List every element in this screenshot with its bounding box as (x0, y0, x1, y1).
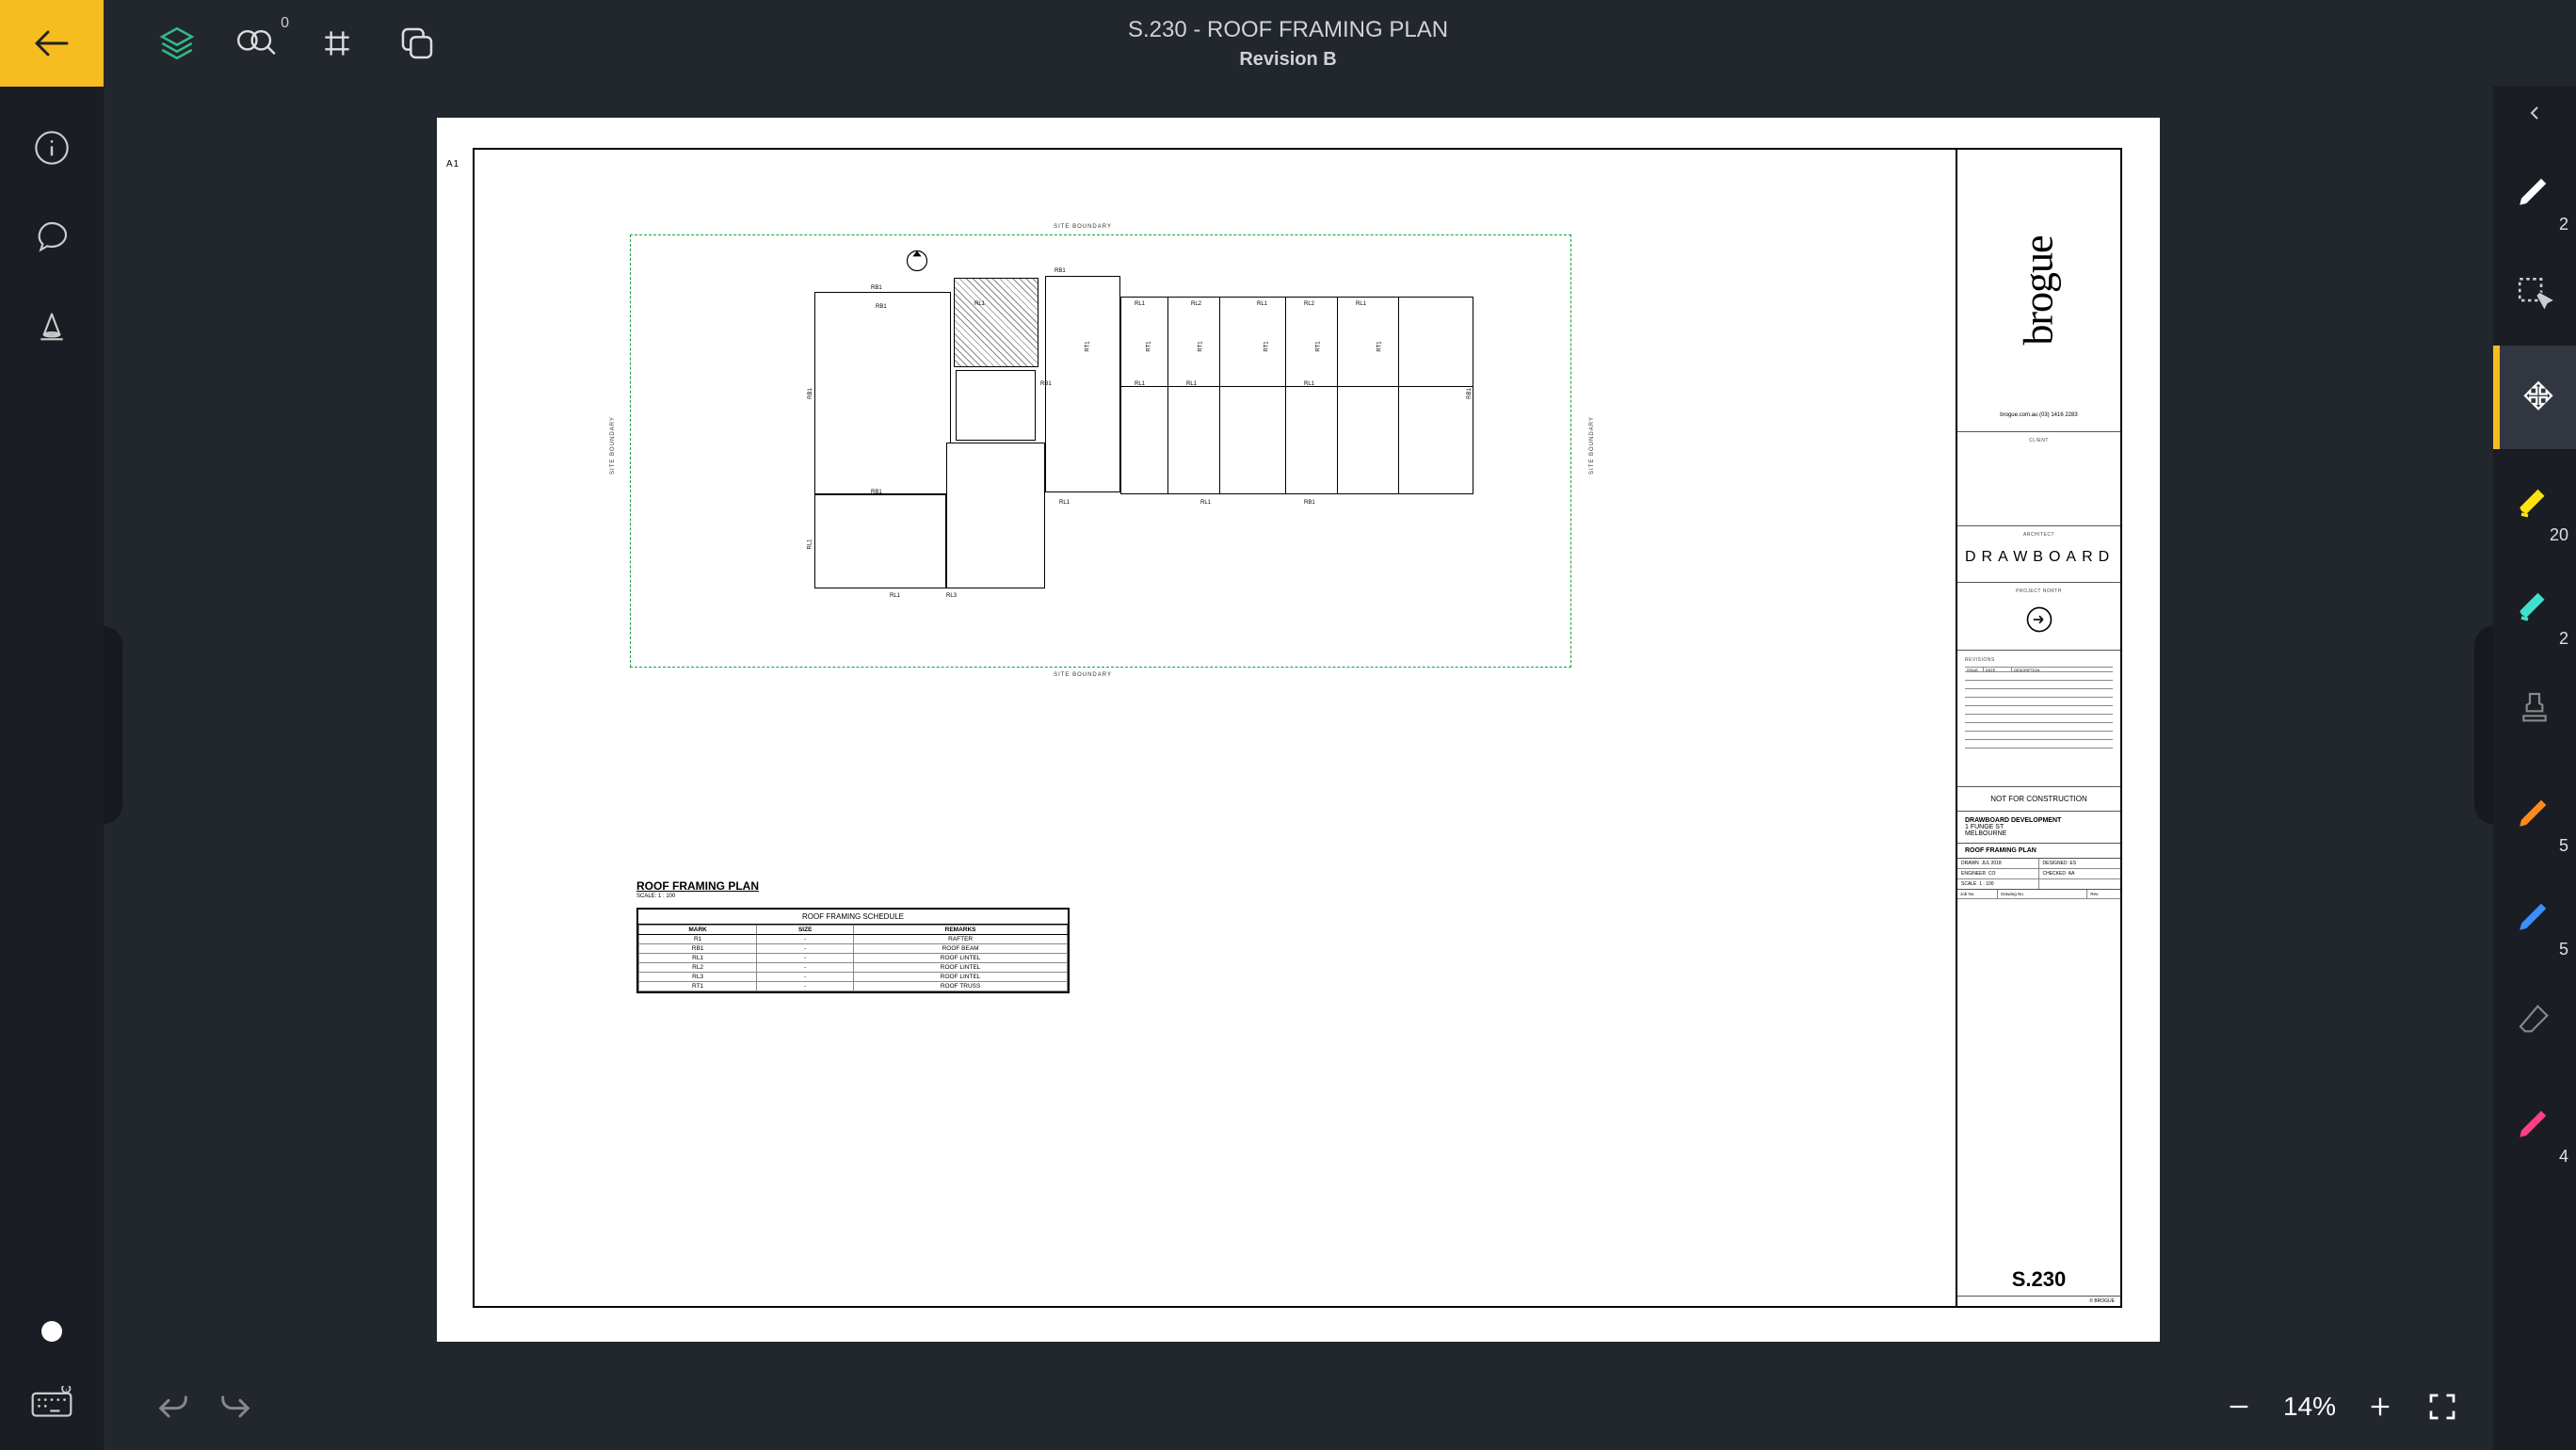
bottom-bar: 14% (104, 1363, 2493, 1450)
zoom-out-button[interactable] (2221, 1389, 2257, 1425)
plan-scale: SCALE: 1 : 100 (636, 894, 675, 899)
site-label: SITE BOUNDARY (1589, 416, 1595, 475)
revision-cell: REVISIONS ISSUEDATEDESCRIPTION (1957, 651, 2120, 787)
info-icon[interactable] (28, 124, 75, 171)
tool-pen-blue[interactable]: 5 (2493, 863, 2576, 967)
table-row: RL3-ROOF LINTEL (639, 973, 1068, 982)
drawing-title-cell: ROOF FRAMING PLAN (1957, 844, 2120, 859)
north-arrow-icon (1965, 594, 2113, 647)
search-count-badge: 0 (281, 15, 289, 32)
meta-grid: DRAWN JUL 2018 DESIGNED ES ENGINEER CO C… (1957, 859, 2120, 890)
drawing-sheet: A1 SITE BOUNDARY SITE BOUNDARY SITE BOUN… (437, 118, 2160, 1342)
top-tools: 0 (104, 23, 438, 65)
overlay-icon[interactable] (395, 23, 438, 65)
revision-label: Revision B (1128, 49, 1448, 71)
tool-eraser[interactable] (2493, 967, 2576, 1071)
table-row: RL2-ROOF LINTEL (639, 963, 1068, 973)
tool-highlighter-cyan[interactable]: 2 (2493, 553, 2576, 656)
table-row: R1-RAFTER (639, 935, 1068, 944)
engineer-logo: brogue (2015, 235, 2063, 345)
schedule-header: REMARKS (854, 926, 1068, 935)
left-sidebar-bottom: i (0, 1321, 104, 1426)
tool-stamp[interactable] (2493, 656, 2576, 760)
canvas-area[interactable]: A1 SITE BOUNDARY SITE BOUNDARY SITE BOUN… (104, 87, 2493, 1450)
tool-badge: 5 (2559, 836, 2568, 856)
engineer-logo-cell: brogue brogue.com.au (03) 1416 2283 (1957, 150, 2120, 432)
engineer-contact: brogue.com.au (03) 1416 2283 (2000, 412, 2077, 420)
tool-cursor[interactable] (2493, 242, 2576, 346)
undo-redo-group (104, 1384, 258, 1429)
architect-logo: DRAWBOARD (1965, 538, 2113, 577)
north-cell: PROJECT NORTH (1957, 583, 2120, 651)
table-row: RB1-ROOF BEAM (639, 944, 1068, 954)
plan-title: ROOF FRAMING PLAN (636, 879, 759, 893)
tool-pan[interactable] (2493, 346, 2576, 449)
copyright: © BROGUE (1957, 1297, 2120, 1306)
schedule-header: MARK (639, 926, 757, 935)
left-sidebar: i (0, 87, 104, 1450)
title-area: S.230 - ROOF FRAMING PLAN Revision B (1128, 17, 1448, 71)
back-button[interactable] (0, 0, 104, 87)
sheet-number: S.230 (2012, 1267, 2067, 1292)
schedule-table: ROOF FRAMING SCHEDULE MARK SIZE REMARKS … (636, 908, 1070, 993)
schedule-header: SIZE (757, 926, 854, 935)
client-cell: CLIENT (1957, 432, 2120, 526)
site-label: SITE BOUNDARY (1054, 224, 1112, 230)
sheet-size-label: A1 (446, 159, 459, 169)
tool-pen-white[interactable]: 2 (2493, 138, 2576, 242)
tool-highlighter-yellow[interactable]: 20 (2493, 449, 2576, 553)
undo-button[interactable] (151, 1384, 196, 1429)
table-row: RL1-ROOF LINTEL (639, 954, 1068, 963)
fit-screen-button[interactable] (2424, 1389, 2460, 1425)
zoom-in-button[interactable] (2362, 1389, 2398, 1425)
tool-badge: 20 (2550, 525, 2568, 545)
record-icon[interactable] (41, 1321, 62, 1342)
tool-pen-magenta[interactable]: 4 (2493, 1071, 2576, 1174)
tool-badge: 4 (2559, 1147, 2568, 1167)
tool-badge: 2 (2559, 629, 2568, 649)
tool-badge: 5 (2559, 940, 2568, 959)
architect-cell: ARCHITECT DRAWBOARD (1957, 526, 2120, 583)
right-sidebar: 2 20 2 5 5 4 (2493, 87, 2576, 1450)
left-grip[interactable] (104, 626, 122, 824)
site-label: SITE BOUNDARY (1054, 672, 1112, 678)
search-collaborate-icon[interactable]: 0 (235, 23, 278, 65)
svg-text:i: i (66, 1388, 67, 1394)
top-bar: 0 S.230 - ROOF FRAMING PLAN Revision B (0, 0, 2576, 87)
right-grip[interactable] (2474, 626, 2493, 824)
zoom-controls: 14% (2221, 1389, 2460, 1425)
grid-icon[interactable] (315, 23, 358, 65)
layers-icon[interactable] (155, 23, 198, 65)
disclaimer-cell: NOT FOR CONSTRUCTION (1957, 787, 2120, 812)
comment-icon[interactable] (28, 214, 75, 261)
keyboard-icon[interactable]: i (28, 1379, 75, 1426)
sheet-no-cell: Job No. Drawing No. Rev. S.230 (1957, 890, 2120, 1297)
tool-pen-orange[interactable]: 5 (2493, 760, 2576, 863)
zoom-level: 14% (2283, 1392, 2336, 1422)
building-plan: RB1 RB1 RB1 RL1 RB1 RB1 RL1 RL2 RL1 RL2 … (814, 259, 1473, 593)
tool-badge: 2 (2559, 215, 2568, 234)
table-row: RT1-ROOF TRUSS (639, 982, 1068, 991)
title-block: brogue brogue.com.au (03) 1416 2283 CLIE… (1956, 150, 2120, 1306)
cone-icon[interactable] (28, 303, 75, 350)
page-title: S.230 - ROOF FRAMING PLAN (1128, 17, 1448, 43)
schedule-title: ROOF FRAMING SCHEDULE (638, 910, 1068, 925)
site-boundary: SITE BOUNDARY SITE BOUNDARY SITE BOUNDAR… (630, 234, 1571, 668)
site-label: SITE BOUNDARY (610, 416, 616, 475)
redo-button[interactable] (213, 1384, 258, 1429)
collapse-chevron-icon[interactable] (2493, 87, 2576, 138)
project-info: DRAWBOARD DEVELOPMENT 1 FUNGE ST MELBOUR… (1957, 812, 2120, 844)
